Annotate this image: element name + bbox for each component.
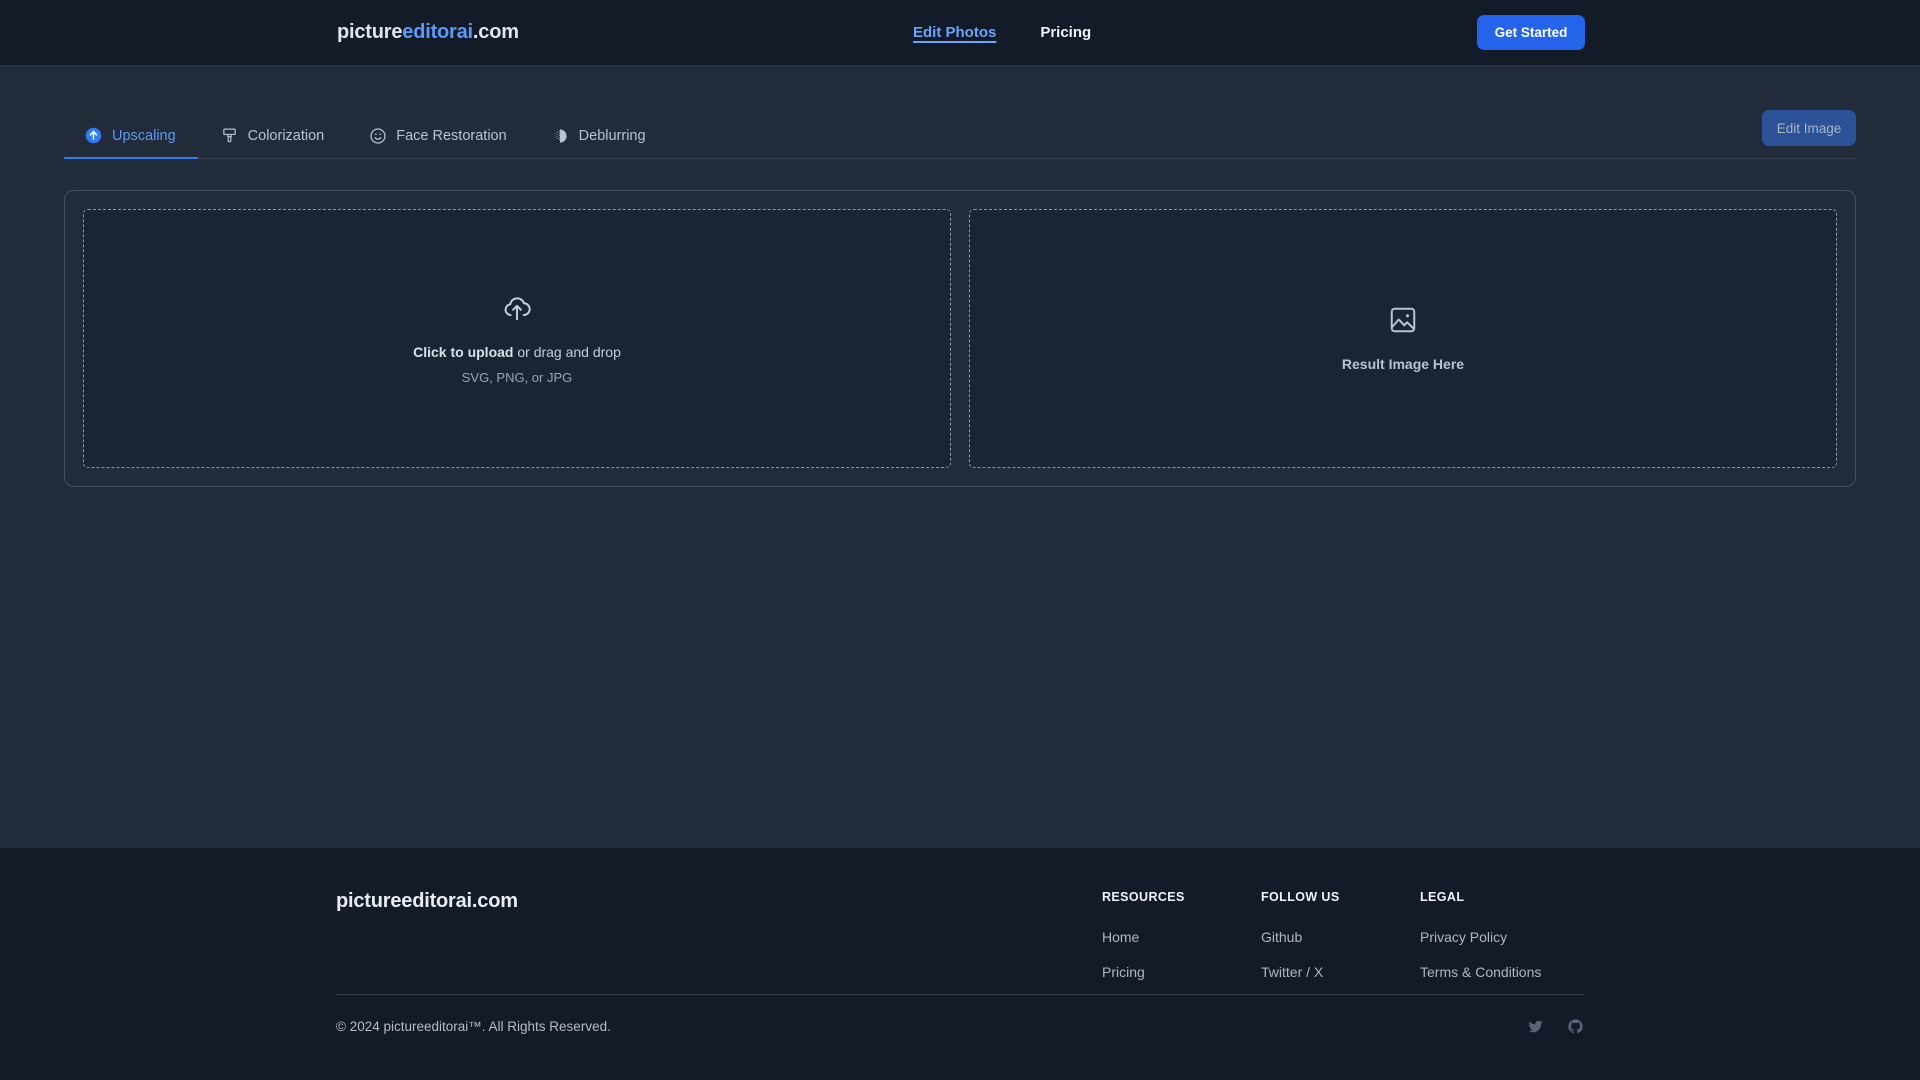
paint-brush-icon (220, 126, 239, 145)
editor-panel: Click to upload or drag and drop SVG, PN… (64, 190, 1856, 487)
github-icon[interactable] (1567, 1018, 1584, 1035)
header-logo-part1: picture (337, 21, 403, 43)
upload-primary-rest: or drag and drop (513, 343, 621, 360)
site-footer: pictureeditorai.com RESOURCES Home Prici… (0, 848, 1920, 1080)
header-logo[interactable]: pictureeditorai.com (337, 21, 519, 44)
cloud-upload-icon (502, 293, 532, 328)
get-started-button[interactable]: Get Started (1477, 15, 1585, 50)
footer-logo-part3: .com (471, 890, 518, 912)
tab-deblurring[interactable]: Deblurring (529, 126, 668, 158)
footer-column-follow-us: FOLLOW US Github Twitter / X (1261, 890, 1420, 999)
result-dropzone: Result Image Here (969, 209, 1837, 468)
footer-column-resources-title: RESOURCES (1102, 890, 1185, 904)
main-content: Upscaling Colorization Face Restoration … (0, 91, 1920, 848)
header-logo-part3: .com (472, 21, 519, 43)
tab-colorization-label: Colorization (247, 127, 325, 144)
header-logo-part2: editorai (402, 21, 473, 43)
upload-primary-bold: Click to upload (413, 343, 514, 360)
smiley-face-icon (368, 126, 387, 145)
footer-column-resources: RESOURCES Home Pricing (1102, 890, 1261, 999)
nav-link-edit-photos[interactable]: Edit Photos (913, 24, 996, 41)
footer-column-follow-us-title: FOLLOW US (1261, 890, 1340, 904)
footer-link-pricing[interactable]: Pricing (1102, 964, 1261, 980)
site-header: pictureeditorai.com Edit Photos Pricing … (0, 0, 1920, 66)
tab-upscaling[interactable]: Upscaling (64, 126, 198, 159)
edit-image-button[interactable]: Edit Image (1762, 110, 1856, 146)
tool-tabbar: Upscaling Colorization Face Restoration … (64, 91, 1856, 159)
footer-divider (336, 994, 1584, 995)
copyright-text: © 2024 pictureeditorai™. All Rights Rese… (336, 1019, 611, 1034)
upload-dropzone[interactable]: Click to upload or drag and drop SVG, PN… (83, 209, 951, 468)
image-placeholder-icon (1388, 305, 1418, 340)
footer-logo-part2: editorai (401, 890, 472, 912)
tab-upscaling-label: Upscaling (112, 127, 176, 144)
upscale-arrow-icon (84, 126, 103, 145)
footer-link-home[interactable]: Home (1102, 929, 1261, 945)
footer-top: pictureeditorai.com RESOURCES Home Prici… (64, 848, 1856, 999)
twitter-icon[interactable] (1527, 1018, 1544, 1035)
footer-column-legal: LEGAL Privacy Policy Terms & Conditions (1420, 890, 1580, 999)
footer-link-twitter[interactable]: Twitter / X (1261, 964, 1420, 980)
footer-link-privacy-policy[interactable]: Privacy Policy (1420, 929, 1580, 945)
footer-logo[interactable]: pictureeditorai.com (336, 890, 518, 999)
upload-formats-text: SVG, PNG, or JPG (461, 369, 573, 385)
footer-logo-part1: picture (336, 890, 402, 912)
footer-column-legal-title: LEGAL (1420, 890, 1465, 904)
tab-face-restoration[interactable]: Face Restoration (346, 126, 528, 158)
upload-primary-text: Click to upload or drag and drop (413, 344, 621, 360)
footer-link-terms-conditions[interactable]: Terms & Conditions (1420, 964, 1580, 980)
social-links (1527, 1018, 1584, 1035)
footer-bottom: © 2024 pictureeditorai™. All Rights Rese… (336, 1018, 1584, 1035)
nav-link-pricing[interactable]: Pricing (1040, 24, 1091, 41)
footer-link-github[interactable]: Github (1261, 929, 1420, 945)
tab-colorization[interactable]: Colorization (198, 126, 347, 158)
result-label: Result Image Here (1341, 356, 1465, 372)
blur-circle-icon (551, 126, 570, 145)
footer-columns: RESOURCES Home Pricing FOLLOW US Github … (1102, 890, 1580, 999)
header-nav: Edit Photos Pricing (913, 24, 1091, 41)
tab-face-restoration-label: Face Restoration (396, 127, 507, 144)
tab-deblurring-label: Deblurring (578, 127, 646, 144)
tool-tabs: Upscaling Colorization Face Restoration … (64, 126, 668, 159)
